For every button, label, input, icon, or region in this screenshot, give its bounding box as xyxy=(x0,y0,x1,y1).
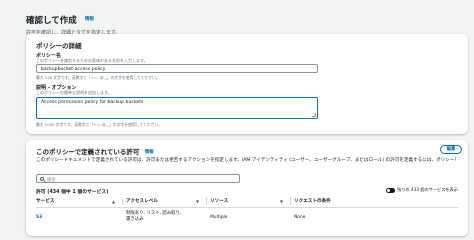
edit-button[interactable]: 編集 xyxy=(440,145,462,154)
permissions-panel: このポリシーで定義されている許可 情報 編集 このポリシードキュメントで定義され… xyxy=(26,140,468,236)
toggle-switch-icon[interactable] xyxy=(386,187,396,193)
toggle-label: 残りの 433 個のサービスを表示 xyxy=(397,187,458,192)
search-input[interactable]: 検索 xyxy=(36,174,240,183)
policy-name-constraint: 最大 128 文字です。英数字と「+=,.@-_」の文字を使用してください。 xyxy=(36,75,160,80)
description-textarea[interactable]: Access permission policy for backup buck… xyxy=(36,97,318,119)
column-header-service[interactable]: サービス xyxy=(36,198,54,204)
access-level-cell: 制限あり: リスト, 読み取り, 書き込み xyxy=(126,211,182,222)
permissions-heading: このポリシーで定義されている許可 情報 xyxy=(36,146,154,156)
column-divider xyxy=(206,197,207,205)
permissions-info-link[interactable]: 情報 xyxy=(145,150,154,155)
page-title: 確認して作成 xyxy=(26,16,77,26)
condition-cell: None xyxy=(294,215,306,220)
column-header-condition[interactable]: リクエストの条件 xyxy=(294,198,331,204)
policy-name-input[interactable]: backupbucket-access-policy xyxy=(36,64,318,73)
search-icon xyxy=(40,176,44,181)
sort-icon[interactable]: ▼ xyxy=(196,199,199,204)
permissions-description: このポリシードキュメントで定義されている許可は、許可または拒否するアクションを指… xyxy=(36,158,456,163)
description-constraint: 最大 1000 文字です。英数字と「+=,.@-_」の文字を使用してください。 xyxy=(36,122,163,127)
search-placeholder: 検索 xyxy=(47,177,56,183)
resize-handle-icon[interactable] xyxy=(312,113,316,117)
show-remaining-toggle[interactable]: 残りの 433 個のサービスを表示 xyxy=(386,187,458,193)
table-header-divider xyxy=(36,207,458,208)
sort-icon[interactable]: ▼ xyxy=(280,199,283,204)
service-link-s3[interactable]: S3 xyxy=(36,215,42,220)
permissions-count: 許可 (434 個中 1 個のサービス) xyxy=(36,190,109,195)
policy-details-panel: ポリシーの詳細 ポリシー名 このポリシーを識別するための意味のある名前を入力しま… xyxy=(26,34,468,134)
permissions-heading-text: このポリシーで定義されている許可 xyxy=(36,148,140,156)
description-hint: このポリシーの簡単な説明を追加します。 xyxy=(36,90,112,95)
page-header: 確認して作成 情報 許可を確認し、詳細とタグを指定します。 xyxy=(26,8,466,36)
sort-asc-icon[interactable]: ▲ xyxy=(112,199,115,204)
page-info-link[interactable]: 情報 xyxy=(85,17,94,22)
column-divider xyxy=(290,197,291,205)
column-divider xyxy=(122,197,123,205)
column-header-resource[interactable]: リソース xyxy=(210,198,228,204)
policy-details-heading: ポリシーの詳細 xyxy=(36,42,82,50)
column-header-access-level[interactable]: アクセスレベル xyxy=(126,198,158,204)
resource-cell: Multiple xyxy=(210,215,228,220)
description-text: Access permission policy for backup buck… xyxy=(41,100,144,105)
